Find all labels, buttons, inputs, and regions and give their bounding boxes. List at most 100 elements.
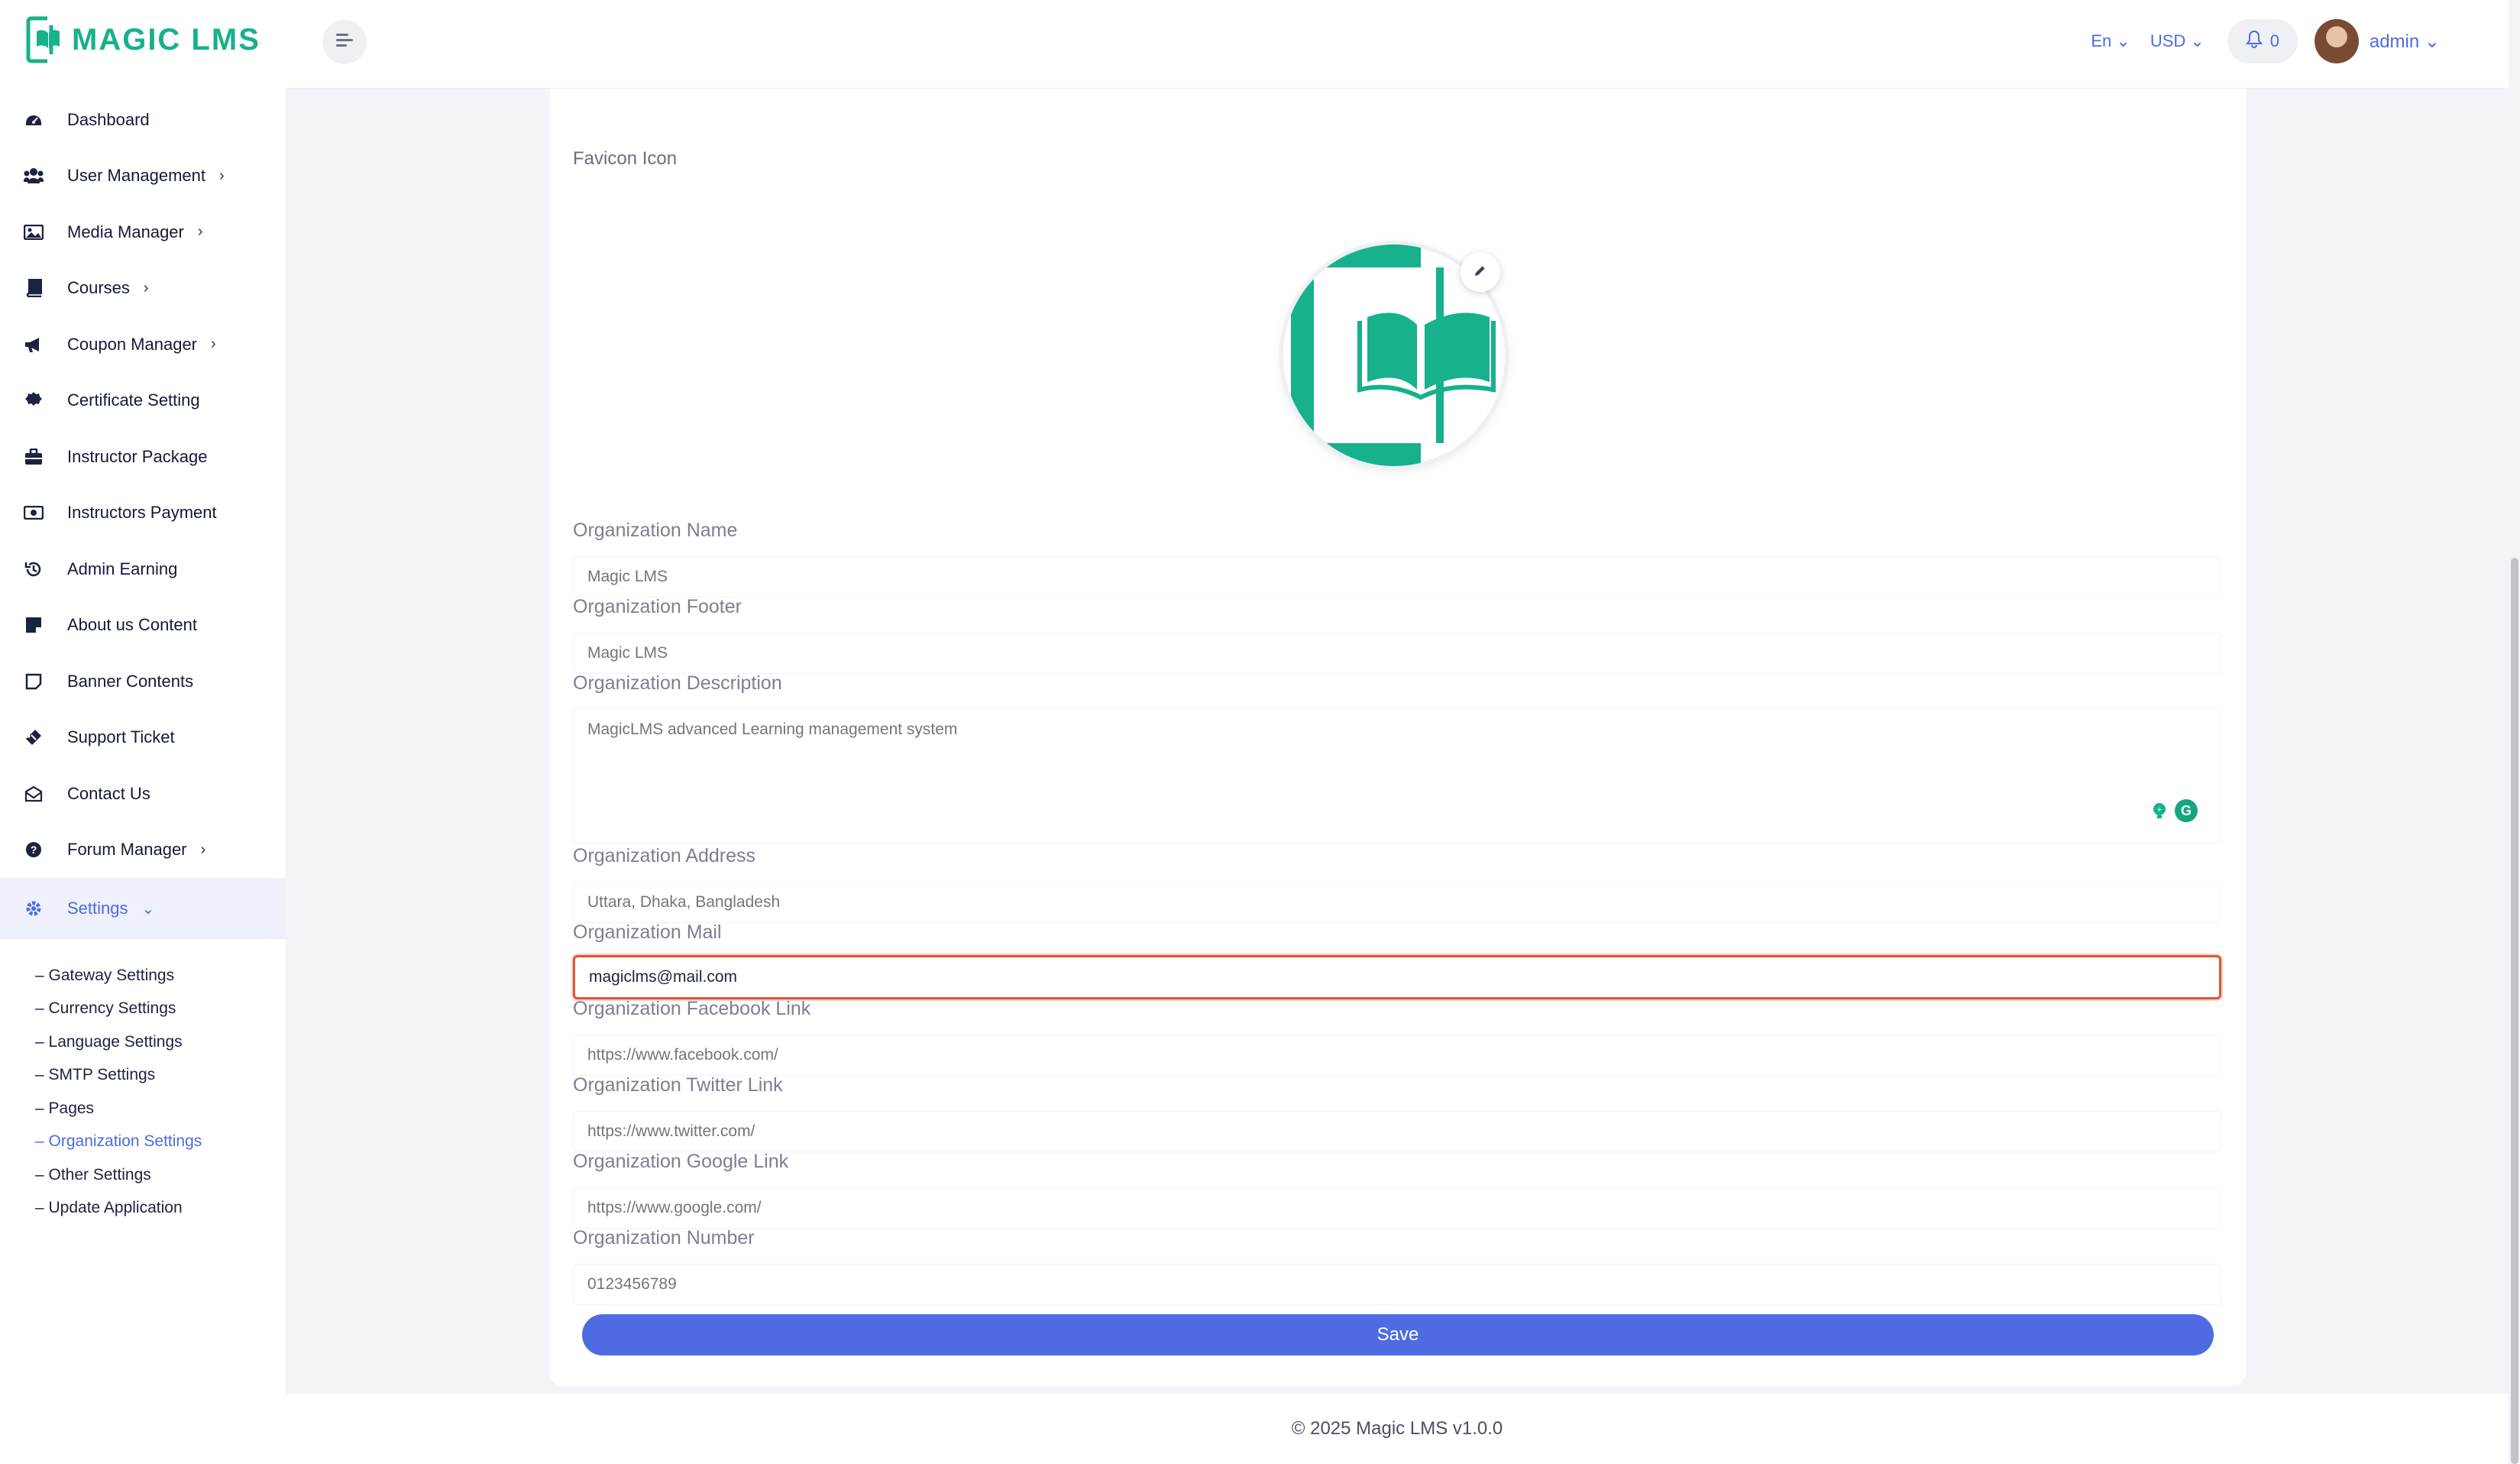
menu-icon bbox=[335, 31, 354, 53]
chevron-down-icon: ⌄ bbox=[141, 900, 155, 918]
chevron-right-icon: › bbox=[218, 167, 225, 184]
briefcase-icon bbox=[23, 446, 44, 468]
sidebar-item-label: Certificate Setting bbox=[67, 390, 200, 410]
organization-facebook-label: Organization Facebook Link bbox=[573, 998, 811, 1019]
user-menu-dropdown[interactable]: admin ⌄ bbox=[2370, 31, 2440, 53]
sidebar-nav: Dashboard User Management › Media Manage… bbox=[0, 92, 286, 939]
sidebar-item-label: Contact Us bbox=[67, 783, 150, 803]
bell-icon bbox=[2245, 30, 2263, 53]
sidebar-item-banner-contents[interactable]: Banner Contents bbox=[0, 653, 286, 710]
brand-name: MAGIC LMS bbox=[72, 22, 260, 57]
sidebar-item-label: Settings bbox=[67, 899, 128, 918]
edit-favicon-button[interactable] bbox=[1461, 252, 1500, 292]
notifications-count: 0 bbox=[2269, 31, 2279, 50]
organization-number-input[interactable] bbox=[573, 1264, 2221, 1305]
organization-footer-input[interactable] bbox=[573, 633, 2221, 674]
svg-text:?: ? bbox=[31, 844, 37, 856]
sidebar-item-support-ticket[interactable]: Support Ticket bbox=[0, 710, 286, 766]
sidebar-item-label: Banner Contents bbox=[67, 671, 194, 691]
organization-address-input[interactable] bbox=[573, 882, 2221, 923]
currency-dropdown[interactable]: USD ⌄ bbox=[2150, 31, 2205, 51]
sidebar: MAGIC LMS Dashboard User Management › Me… bbox=[0, 0, 286, 1464]
submenu-item-organization-settings[interactable]: – Organization Settings bbox=[0, 1126, 286, 1159]
sidebar-item-contact-us[interactable]: Contact Us bbox=[0, 766, 286, 822]
svg-text:+: + bbox=[2157, 805, 2162, 815]
sidebar-toggle-button[interactable] bbox=[322, 20, 367, 64]
sidebar-item-user-management[interactable]: User Management › bbox=[0, 148, 286, 205]
gear-icon bbox=[23, 898, 44, 919]
sidebar-item-label: Media Manager bbox=[67, 222, 184, 241]
grammarly-icon: G bbox=[2174, 798, 2198, 827]
lightbulb-icon: + bbox=[2150, 801, 2169, 824]
sidebar-item-label: Forum Manager bbox=[67, 840, 187, 860]
organization-address-label: Organization Address bbox=[573, 845, 756, 866]
top-header: En ⌄ USD ⌄ 0 admin ⌄ bbox=[286, 0, 2509, 89]
dashboard-icon bbox=[23, 109, 44, 131]
submenu-item-currency-settings[interactable]: – Currency Settings bbox=[0, 993, 286, 1026]
organization-mail-input[interactable] bbox=[573, 955, 2221, 999]
sidebar-item-instructor-package[interactable]: Instructor Package bbox=[0, 429, 286, 485]
chevron-right-icon: › bbox=[197, 223, 203, 241]
certificate-icon bbox=[23, 390, 44, 411]
users-icon bbox=[23, 165, 44, 186]
sidebar-item-label: Coupon Manager bbox=[67, 334, 198, 354]
chevron-down-icon: ⌄ bbox=[2190, 31, 2205, 50]
submenu-item-other-settings[interactable]: – Other Settings bbox=[0, 1158, 286, 1192]
submenu-item-smtp-settings[interactable]: – SMTP Settings bbox=[0, 1059, 286, 1093]
brand-logo[interactable]: MAGIC LMS bbox=[26, 15, 260, 64]
sidebar-item-admin-earning[interactable]: Admin Earning bbox=[0, 541, 286, 598]
submenu-item-update-application[interactable]: – Update Application bbox=[0, 1192, 286, 1226]
sidebar-item-label: Courses bbox=[67, 278, 130, 298]
chevron-right-icon: › bbox=[200, 841, 206, 858]
note-icon bbox=[23, 614, 44, 636]
sidebar-item-dashboard[interactable]: Dashboard bbox=[0, 92, 286, 148]
notifications-button[interactable]: 0 bbox=[2227, 19, 2298, 63]
scrollbar-thumb[interactable] bbox=[2511, 558, 2518, 1464]
favicon-label: Favicon Icon bbox=[573, 148, 678, 169]
megaphone-icon bbox=[23, 334, 44, 355]
organization-settings-card: Favicon Icon Organization Name Organizat… bbox=[550, 89, 2246, 1386]
organization-footer-label: Organization Footer bbox=[573, 596, 742, 617]
settings-submenu: – Gateway Settings – Currency Settings –… bbox=[0, 959, 286, 1225]
submenu-item-language-settings[interactable]: – Language Settings bbox=[0, 1025, 286, 1059]
organization-number-label: Organization Number bbox=[573, 1227, 755, 1249]
user-name: admin bbox=[2369, 31, 2420, 52]
pencil-icon bbox=[1473, 263, 1488, 282]
currency-value: USD bbox=[2150, 31, 2186, 50]
grammarly-widget[interactable]: + G bbox=[2140, 795, 2208, 830]
sidebar-item-media-manager[interactable]: Media Manager › bbox=[0, 204, 286, 261]
sidebar-item-forum-manager[interactable]: ? Forum Manager › bbox=[0, 822, 286, 879]
language-value: En bbox=[2091, 31, 2112, 50]
organization-description-textarea[interactable] bbox=[573, 708, 2221, 844]
sidebar-item-label: Support Ticket bbox=[67, 727, 175, 747]
sidebar-item-label: Instructors Payment bbox=[67, 503, 217, 523]
organization-description-label: Organization Description bbox=[573, 672, 782, 694]
organization-twitter-input[interactable] bbox=[573, 1111, 2221, 1152]
organization-facebook-input[interactable] bbox=[573, 1035, 2221, 1076]
sidebar-item-courses[interactable]: Courses › bbox=[0, 261, 286, 317]
sidebar-item-label: Dashboard bbox=[67, 109, 150, 129]
submenu-item-pages[interactable]: – Pages bbox=[0, 1092, 286, 1126]
sidebar-item-label: Admin Earning bbox=[67, 559, 178, 578]
sidebar-item-label: Instructor Package bbox=[67, 446, 208, 466]
header-actions: En ⌄ USD ⌄ 0 admin ⌄ bbox=[2071, 17, 2440, 66]
sidebar-item-coupon-manager[interactable]: Coupon Manager › bbox=[0, 316, 286, 373]
copyright-text: © 2025 Magic LMS v1.0.0 bbox=[1291, 1418, 1503, 1439]
image-icon bbox=[23, 222, 44, 243]
submenu-item-gateway-settings[interactable]: – Gateway Settings bbox=[0, 959, 286, 993]
organization-name-input[interactable] bbox=[573, 556, 2221, 598]
sidebar-item-about-us-content[interactable]: About us Content bbox=[0, 598, 286, 654]
sidebar-item-instructors-payment[interactable]: Instructors Payment bbox=[0, 485, 286, 542]
sidebar-item-label: About us Content bbox=[67, 615, 198, 635]
sidebar-item-certificate-setting[interactable]: Certificate Setting bbox=[0, 373, 286, 429]
page-footer: © 2025 Magic LMS v1.0.0 bbox=[286, 1394, 2509, 1464]
avatar[interactable] bbox=[2314, 19, 2359, 63]
organization-google-input[interactable] bbox=[573, 1187, 2221, 1229]
sidebar-item-settings[interactable]: Settings ⌄ bbox=[0, 878, 286, 939]
logo-icon bbox=[26, 16, 64, 63]
chevron-right-icon: › bbox=[143, 279, 149, 296]
organization-name-label: Organization Name bbox=[573, 520, 738, 541]
save-button[interactable]: Save bbox=[582, 1314, 2214, 1355]
language-dropdown[interactable]: En ⌄ bbox=[2091, 31, 2130, 51]
ticket-icon bbox=[23, 727, 44, 748]
